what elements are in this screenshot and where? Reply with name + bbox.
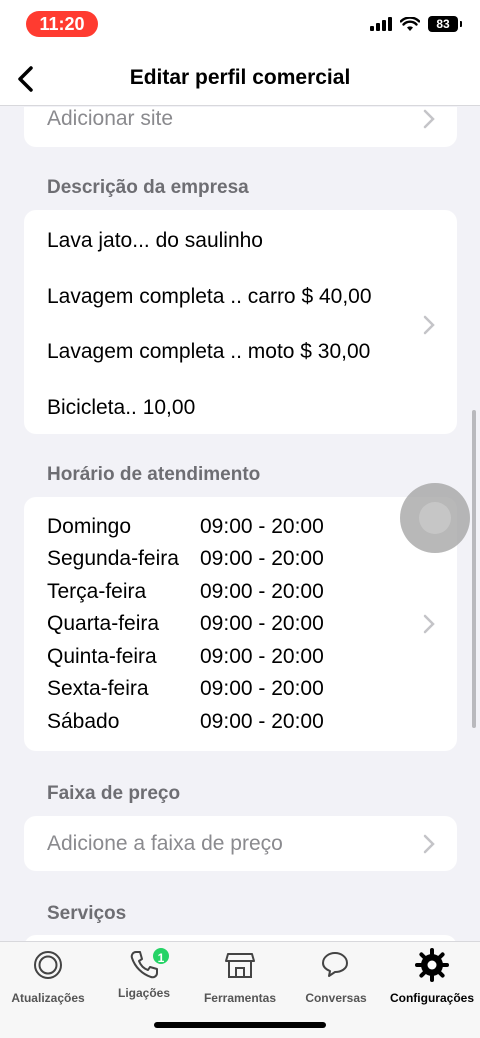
- tab-updates[interactable]: Atualizações: [0, 948, 96, 1005]
- hours-section-title: Horário de atendimento: [47, 464, 261, 485]
- home-indicator: [154, 1022, 326, 1028]
- price-range-section-title: Faixa de preço: [47, 783, 181, 804]
- hours-day: Sábado: [47, 710, 120, 733]
- tab-label: Ferramentas: [203, 991, 277, 1005]
- chevron-right-icon: [423, 315, 435, 335]
- tab-label: Conversas: [305, 991, 367, 1005]
- battery-icon: 83: [428, 16, 462, 32]
- status-bar: 11:20 83: [0, 0, 480, 52]
- chevron-right-icon: [423, 614, 435, 634]
- wifi-icon: [400, 16, 420, 31]
- hours-row: Quinta-feira 09:00 - 20:00: [47, 645, 324, 669]
- description-line: Lavagem completa .. moto $ 30,00: [47, 340, 371, 363]
- hours-row: Domingo 09:00 - 20:00: [47, 515, 324, 539]
- tab-label: Ligações: [117, 986, 171, 1000]
- description-line: Lava jato... do saulinho: [47, 229, 263, 252]
- description-line: Bicicleta.. 10,00: [47, 396, 196, 419]
- services-section-title: Serviços: [47, 903, 127, 924]
- tab-calls[interactable]: 1 Ligações: [96, 946, 192, 1000]
- tab-tools[interactable]: Ferramentas: [192, 948, 288, 1005]
- hours-card[interactable]: Domingo 09:00 - 20:00 Segunda-feira 09:0…: [24, 497, 457, 751]
- chevron-right-icon: [423, 834, 435, 854]
- add-price-range-label: Adicione a faixa de preço: [47, 832, 283, 855]
- store-icon: [225, 953, 255, 978]
- add-website-row[interactable]: Adicionar site: [24, 107, 457, 147]
- hours-time: 09:00 - 20:00: [200, 677, 324, 700]
- hours-day: Segunda-feira: [47, 547, 179, 570]
- add-price-range-row[interactable]: Adicione a faixa de preço: [24, 816, 457, 871]
- hours-time: 09:00 - 20:00: [200, 547, 324, 570]
- updates-icon: [34, 951, 62, 979]
- status-icons: 83: [370, 16, 462, 32]
- touch-indicator: [400, 483, 470, 553]
- tab-label: Configurações: [389, 991, 474, 1005]
- scroll-indicator: [472, 410, 476, 728]
- chat-icon: [322, 952, 348, 977]
- status-time: 11:20: [26, 11, 98, 37]
- signal-icon: [370, 17, 392, 31]
- tab-label: Atualizações: [11, 991, 85, 1005]
- hours-time: 09:00 - 20:00: [200, 645, 324, 668]
- hours-time: 09:00 - 20:00: [200, 580, 324, 603]
- hours-time: 09:00 - 20:00: [200, 515, 324, 538]
- description-card[interactable]: Lava jato... do saulinho Lavagem complet…: [24, 210, 457, 434]
- hours-row: Sábado 09:00 - 20:00: [47, 710, 324, 734]
- hours-row: Terça-feira 09:00 - 20:00: [47, 580, 324, 604]
- hours-day: Domingo: [47, 515, 132, 538]
- tab-chats[interactable]: Conversas: [288, 948, 384, 1005]
- tab-bar: Atualizações 1 Ligações Ferramentas Conv…: [0, 941, 480, 1038]
- hours-time: 09:00 - 20:00: [200, 710, 324, 733]
- hours-day: Terça-feira: [47, 580, 147, 603]
- page-title: Editar perfil comercial: [129, 66, 351, 89]
- description-line: Lavagem completa .. carro $ 40,00: [47, 285, 372, 308]
- tab-settings[interactable]: Configurações: [384, 948, 480, 1005]
- hours-row: Segunda-feira 09:00 - 20:00: [47, 547, 324, 571]
- description-section-title: Descrição da empresa: [47, 177, 249, 198]
- hours-day: Quinta-feira: [47, 645, 157, 668]
- nav-bar: Editar perfil comercial: [0, 52, 480, 106]
- phone-icon-wrap: 1: [127, 946, 171, 982]
- hours-day: Quarta-feira: [47, 612, 160, 635]
- chevron-right-icon: [423, 109, 435, 129]
- add-website-label: Adicionar site: [47, 107, 174, 130]
- hours-time: 09:00 - 20:00: [200, 612, 324, 635]
- hours-row: Quarta-feira 09:00 - 20:00: [47, 612, 324, 636]
- notification-badge: 1: [151, 946, 171, 966]
- settings-icon: [415, 948, 449, 982]
- hours-row: Sexta-feira 09:00 - 20:00: [47, 677, 324, 701]
- hours-day: Sexta-feira: [47, 677, 149, 700]
